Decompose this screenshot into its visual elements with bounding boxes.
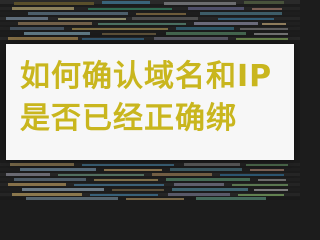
headline-title: 如何确认域名和IP是否已经正确绑: [20, 59, 273, 136]
thumbnail-canvas: 如何确认域名和IP是否已经正确绑: [0, 0, 300, 200]
